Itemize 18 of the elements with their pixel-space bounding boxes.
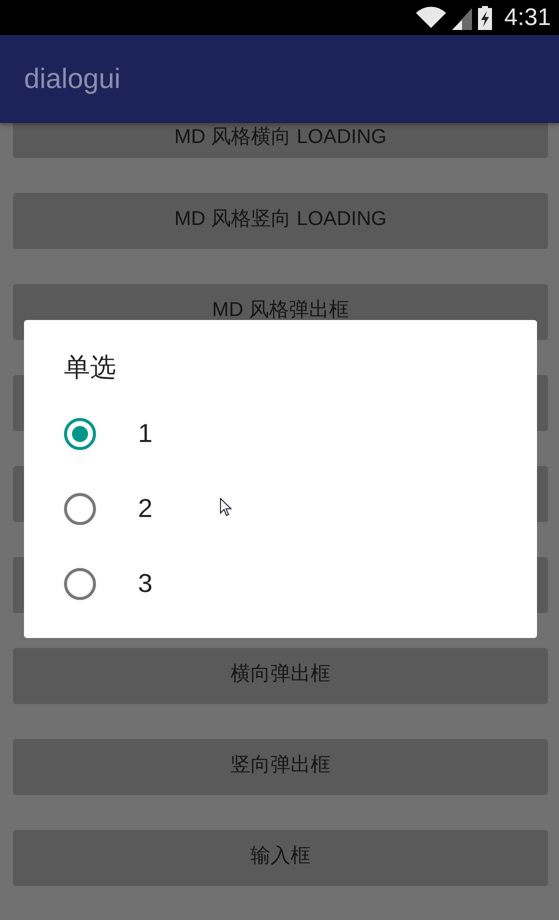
- radio-button[interactable]: [64, 492, 96, 524]
- wifi-icon: [416, 6, 446, 30]
- clock-time: 4:31: [504, 4, 551, 32]
- option-label[interactable]: 1: [138, 418, 152, 449]
- mouse-cursor-icon: [220, 498, 232, 517]
- menu-button[interactable]: MD 风格竖向 LOADING: [13, 193, 548, 249]
- menu-button[interactable]: MD 风格横向 LOADING: [13, 123, 548, 158]
- app-title: dialogui: [24, 63, 121, 95]
- battery-icon: [478, 6, 492, 30]
- signal-icon: [452, 6, 472, 30]
- menu-button[interactable]: 横向弹出框: [13, 648, 548, 704]
- menu-button[interactable]: 输入框: [13, 830, 548, 886]
- radio-button[interactable]: [64, 568, 96, 600]
- option-label[interactable]: 3: [138, 568, 152, 599]
- dialog-title: 单选: [64, 351, 117, 384]
- radio-button[interactable]: [64, 418, 96, 450]
- menu-button[interactable]: 竖向弹出框: [13, 739, 548, 795]
- option-label[interactable]: 2: [138, 493, 152, 524]
